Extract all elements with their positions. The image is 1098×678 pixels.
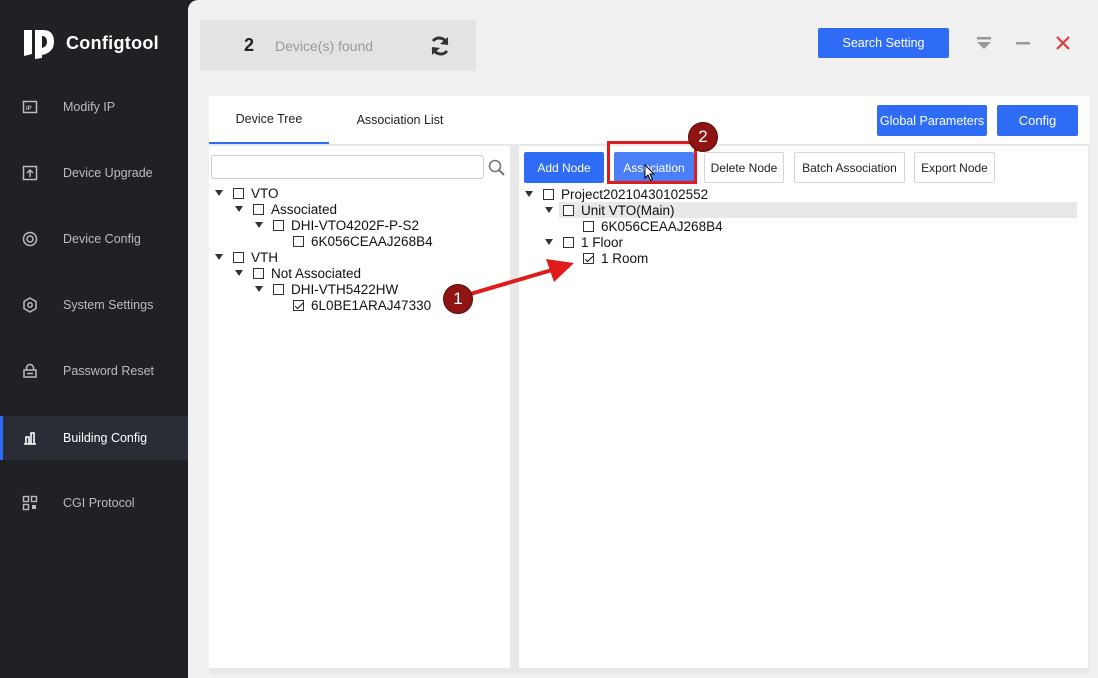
tab-bar: Device Tree Association List Global Para…: [209, 96, 1089, 144]
node-checkbox[interactable]: [273, 283, 284, 295]
tree-node-label: Not Associated: [271, 265, 362, 281]
global-parameters-button[interactable]: Global Parameters: [877, 105, 987, 136]
sidebar-item-label: Device Upgrade: [63, 166, 153, 180]
sidebar: Configtool IP Modify IP Device Upgrade D…: [0, 0, 188, 678]
expand-arrow-icon[interactable]: [235, 270, 243, 276]
sidebar-item-label: System Settings: [63, 298, 154, 312]
sidebar-item-label: Password Reset: [63, 364, 155, 378]
add-node-button[interactable]: Add Node: [524, 152, 604, 183]
tree-node-vto[interactable]: VTO: [215, 185, 279, 201]
close-icon[interactable]: [1054, 34, 1072, 52]
sidebar-item-system-settings[interactable]: System Settings: [0, 283, 188, 327]
device-tree-pane: VTO Associated DHI-VTO4202F-P-S2 6K056CE…: [209, 146, 510, 668]
tree-node-floor[interactable]: 1 Floor: [545, 234, 623, 250]
tree-node-label: 1 Room: [601, 250, 649, 266]
app-logo: Configtool: [22, 26, 159, 60]
node-checkbox[interactable]: [543, 188, 554, 200]
target-icon: [22, 231, 38, 247]
app-title: Configtool: [66, 32, 159, 53]
node-checkbox[interactable]: [563, 204, 574, 216]
tree-node-label: 6K056CEAAJ268B4: [311, 233, 433, 249]
device-search-input[interactable]: [211, 155, 484, 179]
tree-node-label: Project20210430102552: [561, 186, 709, 202]
tree-node-associated[interactable]: Associated: [235, 201, 337, 217]
hexagon-gear-icon: [23, 297, 37, 313]
sidebar-item-device-config[interactable]: Device Config: [0, 217, 188, 261]
sidebar-item-device-upgrade[interactable]: Device Upgrade: [0, 151, 188, 195]
expand-arrow-icon[interactable]: [545, 207, 553, 213]
expand-arrow-icon[interactable]: [525, 191, 533, 197]
tree-node-vth[interactable]: VTH: [215, 249, 278, 265]
node-checkbox[interactable]: [253, 203, 264, 215]
tree-node-label: 6L0BE1ARAJ47330: [311, 297, 432, 313]
expand-arrow-icon[interactable]: [215, 190, 223, 196]
config-button[interactable]: Config: [997, 105, 1078, 136]
dropdown-menu-icon[interactable]: [975, 34, 993, 52]
batch-association-button[interactable]: Batch Association: [794, 152, 905, 183]
expand-arrow-icon[interactable]: [235, 206, 243, 212]
tree-node-not-associated[interactable]: Not Associated: [235, 265, 361, 281]
expand-arrow-icon[interactable]: [255, 286, 263, 292]
node-checkbox[interactable]: [253, 267, 264, 279]
node-checkbox[interactable]: [233, 187, 244, 199]
device-count-box: 2 Device(s) found: [200, 20, 476, 71]
minimize-icon[interactable]: [1014, 34, 1032, 52]
export-node-button[interactable]: Export Node: [914, 152, 995, 183]
device-count: 2: [244, 35, 255, 55]
modify-ip-icon: IP: [22, 100, 38, 114]
tree-node-label: Unit VTO(Main): [581, 202, 675, 218]
tree-node-label: VTO: [251, 185, 279, 201]
step-marker-2: 2: [688, 122, 718, 152]
search-setting-button[interactable]: Search Setting: [818, 28, 949, 58]
project-tree-pane: Add Node Association Delete Node Batch A…: [519, 146, 1088, 668]
tree-node-vto-model[interactable]: DHI-VTO4202F-P-S2: [255, 217, 419, 233]
search-icon[interactable]: [487, 158, 507, 178]
expand-arrow-icon[interactable]: [255, 222, 263, 228]
refresh-icon[interactable]: [428, 34, 452, 58]
expand-arrow-icon[interactable]: [215, 254, 223, 260]
expand-arrow-icon[interactable]: [545, 239, 553, 245]
node-checkbox[interactable]: [273, 219, 284, 231]
sidebar-item-label: Building Config: [63, 431, 148, 445]
mouse-cursor-icon: [644, 164, 656, 182]
node-checkbox-checked[interactable]: [583, 252, 594, 264]
tree-node-label: DHI-VTO4202F-P-S2: [291, 217, 420, 233]
tree-node-project[interactable]: Project20210430102552: [525, 186, 708, 202]
sidebar-item-cgi-protocol[interactable]: CGI Protocol: [0, 481, 188, 525]
tree-node-label: DHI-VTH5422HW: [291, 281, 399, 297]
tree-node-room[interactable]: 1 Room: [564, 250, 648, 266]
tree-node-vto-serial[interactable]: 6K056CEAAJ268B4: [274, 233, 433, 249]
sidebar-item-label: Modify IP: [63, 100, 116, 114]
upload-icon: [22, 165, 38, 181]
tree-node-unit-vto-serial[interactable]: 6K056CEAAJ268B4: [564, 218, 723, 234]
building-icon: [24, 432, 36, 445]
tree-node-vth-serial[interactable]: 6L0BE1ARAJ47330: [274, 297, 431, 313]
tree-node-label: 1 Floor: [581, 234, 624, 250]
sidebar-item-modify-ip[interactable]: IP Modify IP: [0, 85, 188, 129]
sidebar-item-building-config[interactable]: Building Config: [0, 416, 188, 460]
tab-device-tree[interactable]: Device Tree: [209, 96, 329, 144]
tree-node-label: Associated: [271, 201, 338, 217]
qr-grid-icon: [22, 495, 38, 511]
tab-association-list[interactable]: Association List: [339, 96, 461, 144]
step-marker-1: 1: [443, 284, 473, 314]
device-count-label: Device(s) found: [275, 37, 374, 54]
node-checkbox[interactable]: [233, 251, 244, 263]
tree-node-label: 6K056CEAAJ268B4: [601, 218, 723, 234]
sidebar-item-label: Device Config: [63, 232, 141, 246]
main-panel: 2 Device(s) found Search Setting Device …: [188, 0, 1098, 678]
node-checkbox[interactable]: [583, 220, 594, 232]
sidebar-item-label: CGI Protocol: [63, 496, 135, 510]
tree-node-unit-vto[interactable]: Unit VTO(Main): [545, 202, 675, 218]
delete-node-button[interactable]: Delete Node: [704, 152, 784, 183]
tree-node-vth-model[interactable]: DHI-VTH5422HW: [255, 281, 398, 297]
sidebar-item-password-reset[interactable]: Password Reset: [0, 349, 188, 393]
node-checkbox[interactable]: [563, 236, 574, 248]
node-checkbox[interactable]: [293, 235, 304, 247]
tree-node-label: VTH: [251, 249, 278, 265]
logo-icon: [24, 30, 54, 59]
lock-reset-icon: [23, 363, 37, 378]
svg-text:IP: IP: [26, 106, 32, 112]
node-checkbox-checked[interactable]: [293, 299, 304, 311]
